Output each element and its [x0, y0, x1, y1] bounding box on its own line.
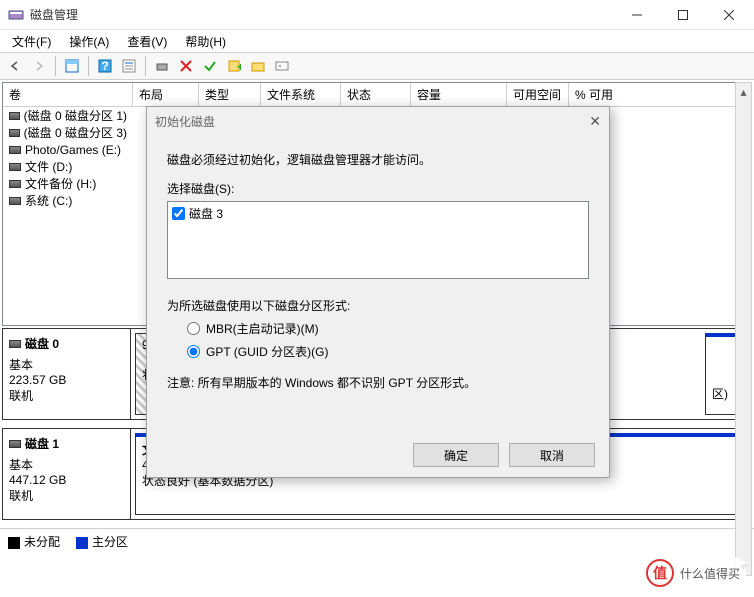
- disk-3-checkbox[interactable]: [172, 207, 185, 220]
- disk-0-size: 223.57 GB: [9, 373, 124, 387]
- watermark-text: 什么值得买: [680, 565, 740, 582]
- mbr-radio[interactable]: [187, 322, 200, 335]
- app-icon: [8, 7, 24, 23]
- disk-0-info: 磁盘 0 基本 223.57 GB 联机: [3, 329, 131, 419]
- gpt-radio[interactable]: [187, 345, 200, 358]
- col-pct[interactable]: % 可用: [569, 83, 751, 106]
- disk-1-title: 磁盘 1: [25, 435, 59, 452]
- select-disks-label: 选择磁盘(S):: [167, 180, 589, 197]
- folder-icon[interactable]: [247, 55, 269, 77]
- dialog-close-button[interactable]: ✕: [589, 113, 601, 130]
- watermark: 值 什么值得买: [640, 557, 746, 589]
- back-button[interactable]: [4, 55, 26, 77]
- ok-button[interactable]: 确定: [413, 443, 499, 467]
- close-button[interactable]: [706, 0, 752, 30]
- gpt-label: GPT (GUID 分区表)(G): [206, 343, 328, 360]
- col-fs[interactable]: 文件系统: [261, 83, 341, 106]
- menu-action[interactable]: 操作(A): [61, 31, 117, 52]
- dialog-message: 磁盘必须经过初始化，逻辑磁盘管理器才能访问。: [167, 151, 589, 168]
- scroll-up-button[interactable]: ▴: [736, 83, 751, 100]
- disk-selection-list[interactable]: 磁盘 3: [167, 201, 589, 279]
- disk-1-status: 联机: [9, 487, 124, 504]
- watermark-icon: 值: [646, 559, 674, 587]
- disk-icon: [9, 440, 21, 448]
- disk-0-title: 磁盘 0: [25, 335, 59, 352]
- disk-3-checkbox-row[interactable]: 磁盘 3: [170, 204, 586, 223]
- help-icon[interactable]: ?: [94, 55, 116, 77]
- new-icon[interactable]: +: [223, 55, 245, 77]
- toolbar: ? +: [0, 52, 754, 80]
- disk-1-info: 磁盘 1 基本 447.12 GB 联机: [3, 429, 131, 519]
- column-headers: 卷 布局 类型 文件系统 状态 容量 可用空间 % 可用: [3, 83, 751, 107]
- disk-1-size: 447.12 GB: [9, 473, 124, 487]
- disk-1-type: 基本: [9, 456, 124, 473]
- col-layout[interactable]: 布局: [133, 83, 199, 106]
- mbr-radio-row[interactable]: MBR(主启动记录)(M): [187, 320, 589, 337]
- partition-style-label: 为所选磁盘使用以下磁盘分区形式:: [167, 297, 589, 314]
- delete-icon[interactable]: [175, 55, 197, 77]
- separator: [145, 56, 146, 76]
- dialog-note: 注意: 所有早期版本的 Windows 都不识别 GPT 分区形式。: [167, 374, 589, 391]
- cancel-button[interactable]: 取消: [509, 443, 595, 467]
- col-volume[interactable]: 卷: [3, 83, 133, 106]
- gpt-radio-row[interactable]: GPT (GUID 分区表)(G): [187, 343, 589, 360]
- disk-0-status: 联机: [9, 387, 124, 404]
- view-top-icon[interactable]: [61, 55, 83, 77]
- col-capacity[interactable]: 容量: [411, 83, 507, 106]
- disk-3-label: 磁盘 3: [189, 205, 223, 222]
- settings-icon[interactable]: [271, 55, 293, 77]
- legend: 未分配 主分区: [0, 528, 754, 554]
- minimize-button[interactable]: [614, 0, 660, 30]
- mbr-label: MBR(主启动记录)(M): [206, 320, 319, 337]
- col-status[interactable]: 状态: [341, 83, 411, 106]
- dialog-titlebar: 初始化磁盘 ✕: [147, 107, 609, 135]
- initialize-disk-dialog: 初始化磁盘 ✕ 磁盘必须经过初始化，逻辑磁盘管理器才能访问。 选择磁盘(S): …: [146, 106, 610, 478]
- legend-primary: 主分区: [76, 533, 128, 550]
- vertical-scrollbar[interactable]: ▴ ▾: [735, 82, 752, 576]
- menu-view[interactable]: 查看(V): [119, 31, 175, 52]
- properties-icon[interactable]: [118, 55, 140, 77]
- maximize-button[interactable]: [660, 0, 706, 30]
- window-title: 磁盘管理: [30, 6, 614, 23]
- disk-icon: [9, 340, 21, 348]
- check-icon[interactable]: [199, 55, 221, 77]
- col-free[interactable]: 可用空间: [507, 83, 569, 106]
- dialog-title: 初始化磁盘: [155, 113, 215, 130]
- svg-text:?: ?: [101, 59, 108, 73]
- legend-unallocated: 未分配: [8, 533, 60, 550]
- forward-button[interactable]: [28, 55, 50, 77]
- separator: [88, 56, 89, 76]
- menu-help[interactable]: 帮助(H): [177, 31, 234, 52]
- separator: [55, 56, 56, 76]
- menu-file[interactable]: 文件(F): [4, 31, 59, 52]
- disk-0-type: 基本: [9, 356, 124, 373]
- titlebar: 磁盘管理: [0, 0, 754, 30]
- svg-text:+: +: [237, 60, 241, 73]
- col-type[interactable]: 类型: [199, 83, 261, 106]
- refresh-icon[interactable]: [151, 55, 173, 77]
- menubar: 文件(F) 操作(A) 查看(V) 帮助(H): [0, 30, 754, 52]
